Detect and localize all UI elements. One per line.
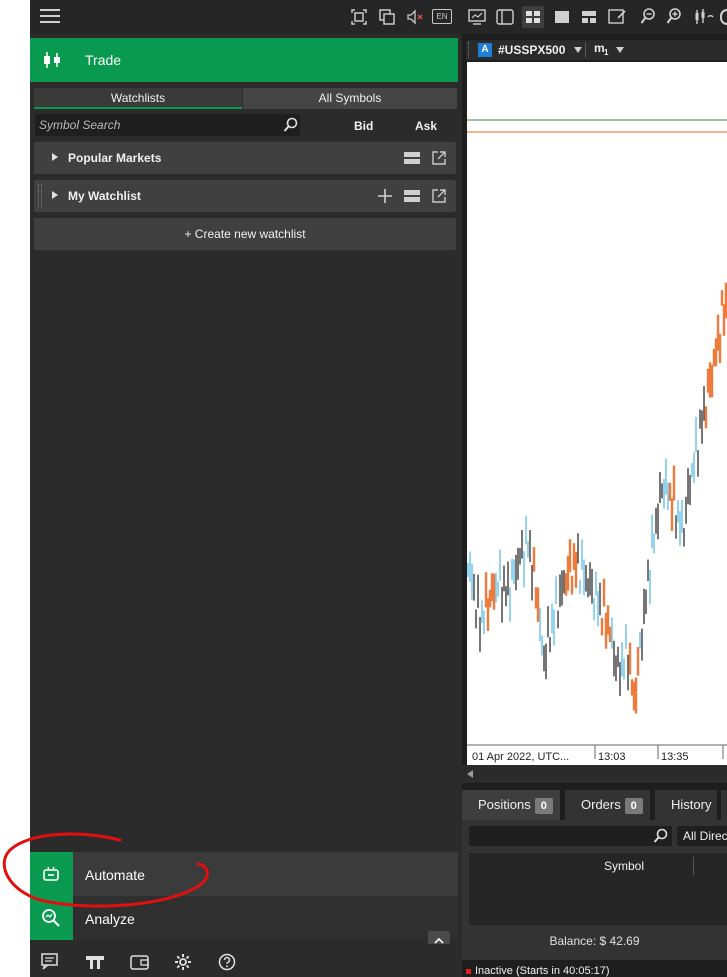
positions-panel: All Direc Symbol Balance: $ 42.69 [462, 820, 727, 960]
x-axis-label: 13:35 [661, 751, 689, 763]
chat-icon[interactable] [41, 953, 61, 971]
create-watchlist-button[interactable]: + Create new watchlist [34, 218, 456, 250]
timeframe-sub: 1 [604, 48, 609, 57]
analyze-magnifier-icon [42, 909, 60, 927]
add-icon[interactable] [377, 188, 393, 204]
symbol-type-badge: A [478, 43, 492, 57]
tab-orders[interactable]: Orders 0 [565, 790, 650, 820]
left-bottom-toolbar [30, 944, 462, 977]
tab-overflow[interactable] [721, 790, 727, 820]
tab-watchlists[interactable]: Watchlists [34, 88, 242, 109]
chart-panel: A #USSPX500 m 1 01 Apr 2022, UTC... 13:0… [462, 0, 727, 977]
drag-handle-icon[interactable] [38, 184, 42, 208]
x-axis-label: 13:03 [598, 751, 626, 763]
expand-arrow-icon[interactable] [52, 153, 58, 161]
help-icon[interactable] [218, 953, 236, 971]
positions-count-badge: 0 [534, 798, 553, 814]
left-topbar: EN [30, 0, 462, 34]
watchlist-tabs: Watchlists All Symbols [34, 88, 457, 109]
ask-column-header: Ask [415, 119, 438, 133]
layout-toggle-icon[interactable] [404, 151, 420, 165]
market-status: Inactive (Starts in 40:05:17) [466, 965, 610, 977]
tab-all-symbols[interactable]: All Symbols [243, 88, 457, 109]
sound-muted-icon[interactable] [406, 8, 424, 26]
layout-toggle-icon[interactable] [404, 189, 420, 203]
chart-svg: 01 Apr 2022, UTC... 13:03 13:35 [467, 119, 727, 763]
symbol-search-input[interactable] [39, 116, 277, 134]
grid-view-icon[interactable] [522, 6, 544, 28]
popout-icon[interactable] [431, 188, 447, 204]
trade-tabs: Positions 0 Orders 0 History [462, 790, 727, 820]
bid-column-header: Bid [354, 119, 374, 133]
symbol-name[interactable]: #USSPX500 [498, 43, 565, 57]
column-divider [693, 857, 694, 875]
watchlist-my-watchlist[interactable]: My Watchlist [34, 180, 456, 212]
tab-label: Orders [581, 797, 621, 812]
chart-scrollbar[interactable] [462, 765, 727, 783]
new-chart-icon[interactable] [468, 8, 486, 26]
chart-settings-icon[interactable] [608, 8, 628, 26]
trade-section[interactable]: Trade [30, 38, 458, 82]
more-tools-icon[interactable] [720, 9, 727, 25]
positions-table: Symbol [469, 853, 727, 925]
detach-window-icon[interactable] [378, 8, 396, 26]
tab-label: Positions [478, 797, 531, 812]
search-icon[interactable] [283, 117, 299, 133]
status-text: Inactive (Starts in 40:05:17) [475, 965, 610, 977]
wallet-icon[interactable] [130, 953, 150, 971]
analyze-section[interactable]: Analyze [30, 896, 458, 940]
x-axis-label: 01 Apr 2022, UTC... [472, 751, 569, 763]
settings-gear-icon[interactable] [174, 953, 192, 971]
automate-label: Automate [85, 867, 145, 883]
column-header-symbol: Symbol [604, 859, 645, 873]
drag-handle-icon[interactable] [468, 42, 470, 58]
chevron-down-icon[interactable] [574, 47, 582, 53]
chart-symbol-bar: A #USSPX500 m 1 [466, 40, 727, 60]
popout-icon[interactable] [431, 150, 447, 166]
tab-label: History [671, 797, 712, 812]
single-view-icon[interactable] [554, 10, 570, 24]
candle-group [467, 282, 727, 714]
zoom-out-icon[interactable] [640, 8, 656, 26]
analyze-icon-box [30, 896, 73, 940]
trade-label: Trade [85, 52, 122, 68]
search-icon[interactable] [653, 828, 669, 844]
copy-trading-icon[interactable] [85, 953, 105, 971]
scroll-left-icon[interactable] [466, 770, 474, 778]
tab-history[interactable]: History [655, 790, 717, 820]
price-chart[interactable]: 01 Apr 2022, UTC... 13:03 13:35 [467, 62, 727, 765]
fullscreen-icon[interactable] [350, 8, 368, 26]
orders-count-badge: 0 [624, 798, 643, 814]
chevron-down-icon[interactable] [616, 47, 624, 53]
divider [585, 42, 586, 58]
watchlist-label: My Watchlist [68, 189, 141, 203]
automate-section[interactable]: Automate [30, 852, 458, 896]
watchlist-popular-markets[interactable]: Popular Markets [34, 142, 456, 174]
analyze-label: Analyze [85, 911, 135, 927]
robot-icon [43, 866, 59, 881]
balance-text: Balance: $ 42.69 [549, 934, 640, 948]
language-icon[interactable]: EN [432, 9, 452, 24]
chart-toolbar [462, 0, 727, 34]
symbol-search-box [35, 114, 300, 136]
direction-filter-select[interactable]: All Direc [677, 826, 727, 846]
layout-icon[interactable] [496, 8, 514, 26]
expand-arrow-icon[interactable] [52, 191, 58, 199]
chart-type-icon[interactable] [694, 8, 714, 26]
tab-positions[interactable]: Positions 0 [462, 790, 560, 820]
split-view-icon[interactable] [581, 10, 597, 24]
candlestick-icon [44, 52, 60, 68]
left-panel: EN Trade Watchlists All Symbols Bid Ask [30, 0, 462, 977]
positions-search-box[interactable] [469, 826, 672, 846]
status-dot-icon [466, 968, 471, 974]
automate-icon-box [30, 852, 73, 896]
zoom-in-icon[interactable] [666, 8, 682, 26]
hamburger-menu-icon[interactable] [40, 8, 60, 24]
watchlist-label: Popular Markets [68, 151, 162, 165]
app-root: EN Trade Watchlists All Symbols Bid Ask [0, 0, 727, 977]
